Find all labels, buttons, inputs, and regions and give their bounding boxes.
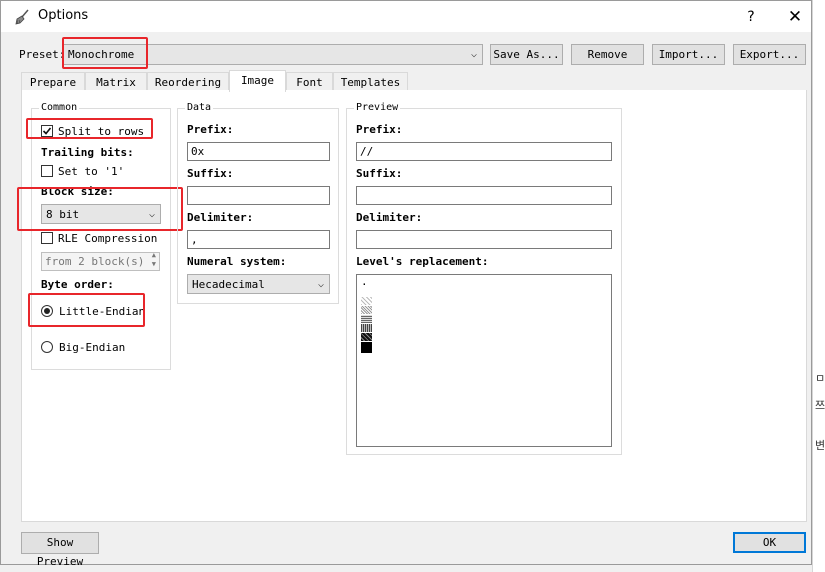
set-to-1-label: Set to '1' (58, 165, 125, 178)
remove-button[interactable]: Remove (571, 44, 644, 65)
level-swatches (361, 297, 372, 353)
rle-block-value: from 2 block(s) (45, 255, 145, 268)
level-swatch (361, 333, 372, 341)
export-button[interactable]: Export... (733, 44, 806, 65)
highlight-preset (62, 37, 148, 69)
rle-compression-label: RLE Compression (58, 232, 158, 245)
highlight-little-endian (28, 293, 145, 327)
big-endian-label: Big-Endian (59, 341, 126, 354)
help-button[interactable]: ? (739, 5, 763, 29)
background-app-strip: ㅁ 쯔 변 (812, 0, 825, 572)
preview-suffix-input[interactable] (356, 186, 612, 205)
numeral-system-value: Hecadecimal (192, 278, 265, 291)
tab-templates[interactable]: Templates (333, 72, 408, 91)
levels-replacement-label: Level's replacement: (356, 255, 489, 268)
background-text: 변 (815, 439, 825, 452)
level-swatch (361, 297, 372, 305)
data-group-title: Data (185, 102, 214, 113)
preview-group-title: Preview (354, 102, 401, 113)
set-to-1-checkbox[interactable] (41, 165, 53, 177)
tab-font[interactable]: Font (286, 72, 333, 91)
data-prefix-input[interactable]: 0x (187, 142, 330, 161)
title-bar: Options ? ✕ (1, 1, 811, 32)
tab-reordering[interactable]: Reordering (147, 72, 229, 91)
options-dialog: Options ? ✕ Preset: Monochrome ⌵ Save As… (0, 0, 812, 568)
background-text: 쯔 (815, 399, 825, 412)
spinner-arrows-icon[interactable]: ▲ ▼ (152, 251, 156, 269)
preview-prefix-input[interactable]: // (356, 142, 612, 161)
numeral-system-label: Numeral system: (187, 255, 287, 268)
data-suffix-label: Suffix: (187, 167, 234, 180)
show-preview-button[interactable]: Show Preview (21, 532, 99, 568)
level-swatch (361, 324, 372, 332)
highlight-block-size (17, 187, 183, 231)
chevron-down-icon: ⌵ (470, 49, 477, 60)
rle-compression-checkbox[interactable] (41, 232, 53, 244)
common-group-title: Common (39, 102, 80, 113)
preview-prefix-label: Prefix: (356, 123, 403, 136)
import-button[interactable]: Import... (652, 44, 725, 65)
ok-button[interactable]: OK (733, 532, 806, 553)
app-broom-icon (15, 9, 29, 25)
big-endian-radio[interactable] (41, 341, 53, 353)
chevron-down-icon: ⌵ (317, 279, 324, 290)
preview-delimiter-label: Delimiter: (356, 211, 423, 224)
close-button[interactable]: ✕ (783, 5, 807, 29)
trailing-bits-label: Trailing bits: (41, 146, 134, 159)
data-prefix-label: Prefix: (187, 123, 234, 136)
data-delimiter-input[interactable]: , (187, 230, 330, 249)
tab-matrix[interactable]: Matrix (85, 72, 147, 91)
level-swatch (361, 342, 372, 353)
byte-order-label: Byte order: (41, 278, 114, 291)
preset-label: Preset: (19, 48, 66, 61)
level-first-char: . (361, 275, 368, 288)
tab-prepare[interactable]: Prepare (21, 72, 85, 91)
level-swatch (361, 315, 372, 323)
data-delimiter-label: Delimiter: (187, 211, 254, 224)
level-swatch (361, 306, 372, 314)
levels-replacement-textarea[interactable]: . (356, 274, 612, 447)
background-text: ㅁ (815, 372, 825, 385)
tab-image[interactable]: Image (229, 70, 286, 92)
numeral-system-select[interactable]: Hecadecimal ⌵ (187, 274, 330, 294)
window-title: Options (38, 8, 89, 23)
save-as-button[interactable]: Save As... (490, 44, 563, 65)
data-suffix-input[interactable] (187, 186, 330, 205)
preview-delimiter-input[interactable] (356, 230, 612, 249)
preview-suffix-label: Suffix: (356, 167, 403, 180)
highlight-split-to-rows (26, 118, 153, 139)
rle-block-spinbox[interactable]: from 2 block(s) ▲ ▼ (41, 251, 160, 271)
